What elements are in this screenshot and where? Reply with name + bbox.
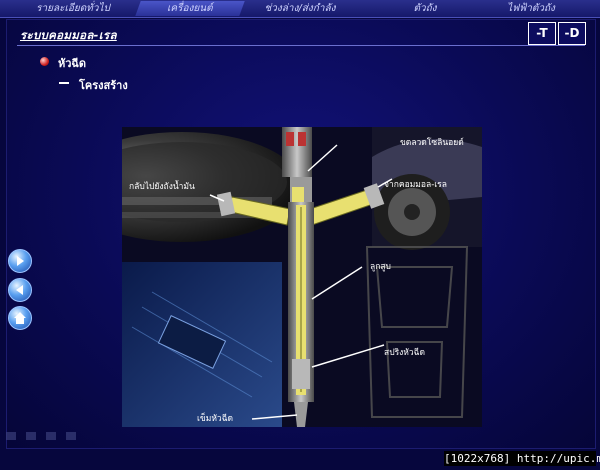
arrow-right-icon xyxy=(17,256,24,266)
label-needle: เข็มหัวฉีด xyxy=(197,414,234,424)
screen-icon[interactable] xyxy=(46,432,56,440)
bullet-icon xyxy=(40,57,49,66)
label-solenoid: ขดลวดโซลินอยด์ xyxy=(400,138,464,148)
tab-body[interactable]: ตัวถัง xyxy=(400,1,450,16)
footer-watermark: [1022x768] http://upic.me/ xyxy=(444,451,600,466)
page-title: ระบบคอมมอล-เรล xyxy=(20,28,117,42)
topic-injector: หัวฉีด xyxy=(58,57,87,70)
tab-engine[interactable]: เครื่องยนต์ xyxy=(135,1,245,16)
t-model-button[interactable]: -T xyxy=(528,22,556,45)
home-button[interactable] xyxy=(8,306,32,330)
top-tab-bar: รายละเอียดทั่วไป เครื่องยนต์ ช่วงล่าง/ส่… xyxy=(0,0,600,18)
pencil-icon[interactable] xyxy=(26,432,36,440)
tab-body-electrical[interactable]: ไฟฟ้าตัวถัง xyxy=(500,1,562,16)
title-divider xyxy=(17,45,585,46)
tab-general[interactable]: รายละเอียดทั่วไป xyxy=(18,1,128,16)
home-icon xyxy=(14,312,26,324)
subtopic-structure: โครงสร้าง xyxy=(79,79,128,92)
prev-button[interactable] xyxy=(8,278,32,302)
label-spring: สปริงหัวฉีด xyxy=(384,348,425,358)
next-button[interactable] xyxy=(8,249,32,273)
tab-chassis[interactable]: ช่วงล่าง/ส่งกำลัง xyxy=(254,1,346,16)
content-panel: ระบบคอมมอล-เรล -T -D หัวฉีด โครงสร้าง ขด… xyxy=(6,19,596,449)
back-icon[interactable] xyxy=(6,432,16,440)
forward-icon[interactable] xyxy=(66,432,76,440)
dash-icon xyxy=(59,82,69,84)
label-plunger: ลูกสูบ xyxy=(370,262,391,272)
d-model-button[interactable]: -D xyxy=(558,22,586,45)
label-return: กลับไปยังถังน้ำมัน xyxy=(129,182,195,192)
arrow-left-icon xyxy=(16,285,23,295)
injector-diagram xyxy=(122,127,482,427)
injector-illustration: ขดลวดโซลินอยด์ กลับไปยังถังน้ำมัน จากคอม… xyxy=(122,127,482,427)
label-from-rail: จากคอมมอล-เรล xyxy=(384,180,447,190)
